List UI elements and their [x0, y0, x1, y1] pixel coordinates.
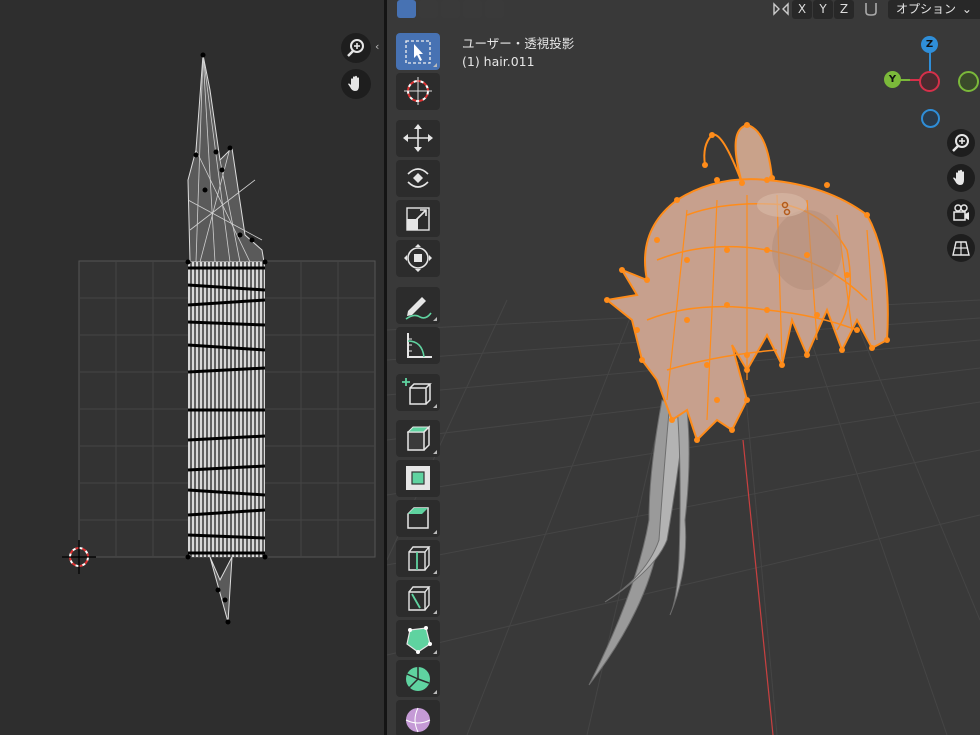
tool-spin[interactable] — [396, 660, 440, 697]
select-new-mode-button[interactable] — [397, 0, 416, 18]
select-box-icon — [405, 40, 431, 64]
gizmo-z-axis[interactable]: Z — [921, 36, 938, 53]
mirror-x-button[interactable]: X — [792, 0, 812, 19]
zoom-in-icon — [952, 134, 969, 152]
extrude-icon — [406, 425, 431, 451]
hand-icon — [953, 169, 964, 185]
active-object-label: (1) hair.011 — [462, 54, 535, 69]
inset-icon — [406, 466, 430, 490]
tool-annotate[interactable] — [396, 287, 440, 324]
loop-cut-icon — [408, 546, 431, 571]
bevel-icon — [407, 507, 429, 529]
options-dropdown[interactable]: オプション ⌄ — [888, 0, 980, 19]
rotate-icon — [407, 168, 429, 188]
vp-grid-button[interactable] — [947, 234, 975, 262]
select-intersect-mode-button[interactable] — [485, 0, 504, 18]
gizmo-x-neg-axis[interactable] — [919, 71, 940, 92]
uv-pan-button[interactable] — [341, 69, 371, 99]
hair-strands[interactable] — [588, 399, 690, 686]
hand-icon — [348, 75, 359, 91]
tool-poly-build[interactable] — [396, 620, 440, 657]
tool-rotate[interactable] — [396, 160, 440, 197]
tool-scale[interactable] — [396, 200, 440, 237]
tool-transform[interactable] — [396, 240, 440, 277]
pencil-icon — [405, 297, 432, 320]
select-invert-mode-button[interactable] — [463, 0, 482, 18]
tool-bevel[interactable] — [396, 500, 440, 537]
tool-smooth[interactable] — [396, 700, 440, 735]
gizmo-y-axis[interactable]: Y — [884, 71, 901, 88]
uv-editor-area[interactable]: ‹ — [0, 0, 384, 735]
grid-icon — [952, 241, 970, 256]
move-icon — [403, 124, 433, 152]
ruler-icon — [407, 333, 432, 358]
gizmo-y-neg-axis[interactable] — [958, 71, 979, 92]
tool-knife[interactable] — [396, 580, 440, 617]
mirror-icon[interactable] — [770, 0, 792, 19]
select-subtract-mode-button[interactable] — [441, 0, 460, 18]
cursor-icon — [404, 77, 432, 105]
vp-zoom-button[interactable] — [947, 129, 975, 157]
viewport-3d[interactable]: X Y Z オプション ⌄ ユーザー・透視投影 (1) hair.011 Z Y — [387, 0, 980, 735]
hair-mesh-selected[interactable] — [604, 122, 890, 443]
tool-loop-cut[interactable] — [396, 540, 440, 577]
mirror-z-button[interactable]: Z — [834, 0, 854, 19]
tool-add-cube[interactable] — [396, 374, 440, 411]
sidebar-collapse-arrow-icon[interactable]: ‹ — [375, 40, 379, 53]
gizmo-z-neg-axis[interactable] — [921, 109, 940, 128]
spin-icon — [406, 667, 430, 691]
zoom-in-icon — [347, 39, 364, 57]
tool-measure[interactable] — [396, 327, 440, 364]
options-label: オプション — [896, 2, 957, 16]
select-extend-mode-button[interactable] — [419, 0, 438, 18]
sphere-icon — [405, 707, 431, 733]
view-name-label: ユーザー・透視投影 — [462, 36, 575, 51]
camera-icon — [953, 204, 969, 221]
knife-icon — [408, 586, 431, 611]
uv-zoom-button[interactable] — [341, 33, 371, 63]
add-cube-icon — [402, 378, 432, 405]
tool-inset[interactable] — [396, 460, 440, 497]
mirror-y-button[interactable]: Y — [813, 0, 833, 19]
tool-select-box[interactable] — [396, 33, 440, 70]
vp-camera-button[interactable] — [947, 199, 975, 227]
vp-pan-button[interactable] — [947, 164, 975, 192]
snap-icon[interactable] — [861, 0, 881, 19]
uv-canvas[interactable] — [0, 0, 384, 735]
uv-mesh[interactable] — [185, 52, 268, 625]
chevron-down-icon: ⌄ — [961, 2, 972, 16]
scale-icon — [406, 207, 430, 231]
tool-extrude[interactable] — [396, 420, 440, 457]
poly-build-icon — [406, 626, 432, 654]
transform-icon — [404, 244, 432, 272]
x-axis-line — [742, 439, 774, 735]
tool-cursor[interactable] — [396, 73, 440, 110]
tool-move[interactable] — [396, 120, 440, 157]
